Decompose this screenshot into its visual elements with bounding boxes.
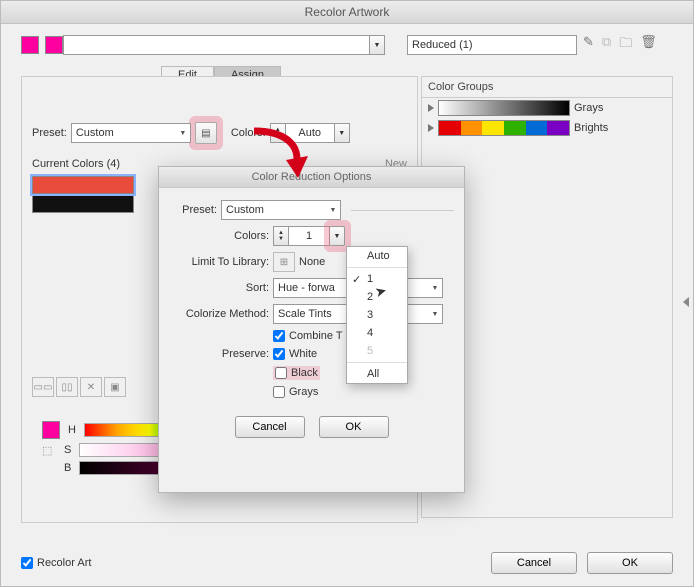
black-label: Black	[291, 367, 318, 379]
library-icon[interactable]: ⊞	[273, 252, 295, 272]
dlg-combine-check[interactable]	[273, 330, 285, 342]
grays-swatches	[438, 100, 570, 116]
menu-item-all[interactable]: All	[347, 365, 407, 383]
color-groups-title: Color Groups	[422, 77, 672, 98]
group-name-field[interactable]: Reduced (1)	[407, 35, 577, 55]
footer: Recolor Art Cancel OK	[21, 552, 673, 574]
eyedropper-icon[interactable]: ✎	[583, 34, 594, 56]
color-row-2[interactable]	[32, 195, 134, 213]
menu-item-1[interactable]: 1	[347, 270, 407, 288]
new-row-icon[interactable]: ▣	[104, 377, 126, 397]
white-label: White	[289, 348, 317, 360]
s-label: S	[64, 444, 71, 456]
trash-icon[interactable]: 🗑	[640, 34, 657, 56]
cube-icon: ⬚	[42, 444, 56, 457]
color-reduction-dialog: Color Reduction Options Preset: Custom▼ …	[158, 166, 465, 493]
recolor-art-check[interactable]	[21, 557, 33, 569]
dlg-ok-button[interactable]: OK	[319, 416, 389, 438]
menu-item-4[interactable]: 4	[347, 324, 407, 342]
save-icon: ⧉	[602, 34, 611, 56]
split-icon[interactable]: ▯▯	[56, 377, 78, 397]
dlg-cancel-button[interactable]: Cancel	[235, 416, 305, 438]
preserve-white-check[interactable]	[273, 348, 285, 360]
panel-collapse-icon[interactable]	[683, 297, 689, 307]
dlg-colors-label: Colors:	[169, 230, 269, 242]
disclosure-icon[interactable]	[428, 104, 434, 112]
chevron-down-icon[interactable]: ▼	[335, 123, 350, 143]
hsb-swatch[interactable]	[42, 421, 60, 439]
group-label: Brights	[574, 122, 608, 134]
b-label: B	[64, 462, 71, 474]
window-title: Recolor Artwork	[1, 1, 693, 24]
color-row-1[interactable]	[32, 176, 134, 194]
exclude-icon[interactable]: ✕	[80, 377, 102, 397]
group-row-brights[interactable]: Brights	[422, 118, 672, 138]
group-base-swatch[interactable]	[45, 36, 63, 54]
current-colors-label: Current Colors (4)	[32, 158, 120, 170]
menu-item-3[interactable]: 3	[347, 306, 407, 324]
recolor-art-label: Recolor Art	[37, 557, 91, 569]
dlg-colors-stepper[interactable]: ▲▼ 1 ▼	[273, 226, 345, 246]
color-group-strip[interactable]: ▼	[63, 35, 385, 55]
top-row: ▼ Reduced (1) ✎ ⧉ 🗀 🗑	[1, 24, 693, 66]
active-color-swatch[interactable]	[21, 36, 39, 54]
dlg-method-label: Colorize Method:	[169, 308, 269, 320]
dlg-preserve-label: Preserve:	[169, 348, 269, 360]
folder-icon[interactable]: 🗀	[619, 34, 632, 56]
menu-item-2[interactable]: 2	[347, 288, 407, 306]
colors-count-menu[interactable]: Auto 1 2 3 4 5 All	[346, 246, 408, 384]
menu-item-5: 5	[347, 342, 407, 360]
grays-label: Grays	[289, 386, 318, 398]
preserve-black-check[interactable]	[275, 367, 287, 379]
h-label: H	[68, 424, 76, 436]
preset-label: Preset:	[32, 127, 67, 139]
ok-button[interactable]: OK	[587, 552, 673, 574]
dlg-preset-select[interactable]: Custom▼	[221, 200, 341, 220]
dlg-sort-label: Sort:	[169, 282, 269, 294]
preserve-grays-check[interactable]	[273, 386, 285, 398]
group-row-grays[interactable]: Grays	[422, 98, 672, 118]
colors-stepper-main[interactable]: ▲▼ Auto ▼	[270, 123, 350, 143]
preset-select[interactable]: Custom▼	[71, 123, 191, 143]
disclosure-icon[interactable]	[428, 124, 434, 132]
menu-item-auto[interactable]: Auto	[347, 247, 407, 265]
color-group-dropdown[interactable]: ▼	[369, 36, 384, 54]
cancel-button[interactable]: Cancel	[491, 552, 577, 574]
combine-label: Combine T	[289, 330, 343, 342]
dlg-colors-dropdown-button[interactable]: ▼	[330, 226, 345, 246]
dlg-limit-value: None	[299, 256, 325, 268]
merge-icon[interactable]: ▭▭	[32, 377, 54, 397]
dlg-preset-label: Preset:	[169, 204, 217, 216]
colors-label: Colors:	[231, 127, 266, 139]
brights-swatches	[438, 120, 570, 136]
color-reduction-options-button[interactable]: ▤	[195, 122, 217, 144]
group-label: Grays	[574, 102, 603, 114]
dialog-title: Color Reduction Options	[159, 167, 464, 188]
dlg-limit-label: Limit To Library:	[169, 256, 269, 268]
